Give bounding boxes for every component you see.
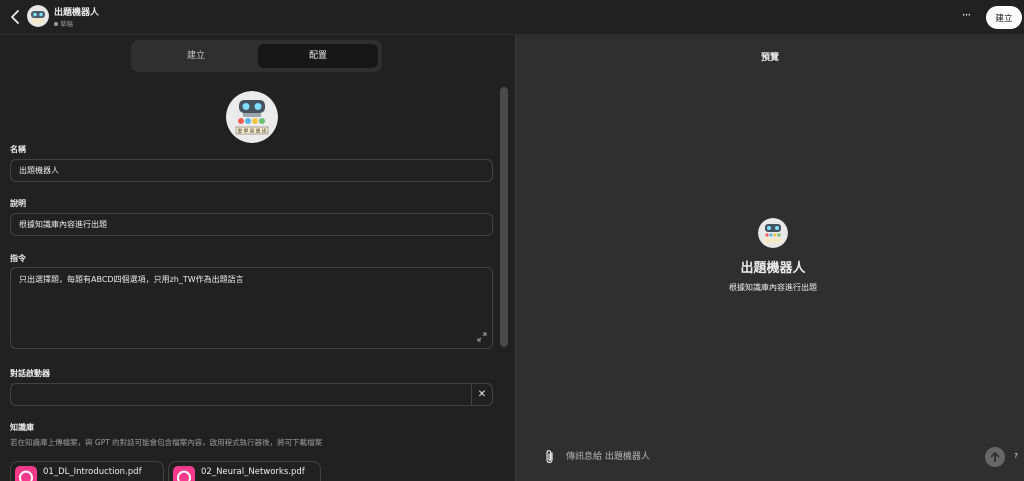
name-label: 名稱 (10, 145, 26, 154)
back-arrow-icon[interactable] (8, 9, 22, 25)
top-bar: 出題機器人 草稿 ··· 建立 (0, 0, 1024, 35)
scrollbar[interactable] (500, 87, 508, 347)
expand-icon[interactable] (477, 332, 487, 342)
create-button[interactable]: 建立 (986, 6, 1022, 29)
description-label: 說明 (10, 199, 26, 208)
name-input[interactable] (10, 159, 493, 182)
pdf-file-icon (15, 466, 37, 481)
preview-gpt-avatar (758, 218, 788, 248)
gpt-logo-upload[interactable]: 愛 學 習 資 訊 (226, 91, 278, 143)
send-button[interactable] (985, 447, 1005, 467)
file-chip[interactable]: 02_Neural_Networks.pdf (168, 461, 321, 481)
gpt-avatar[interactable] (27, 5, 49, 27)
knowledge-description: 若在知識庫上傳檔案，與 GPT 的對話可能會包含檔案內容，啟用程式執行器後，將可… (10, 438, 323, 447)
pdf-file-icon (173, 466, 195, 481)
draft-status-label: 草稿 (60, 20, 73, 28)
attach-icon[interactable] (544, 449, 556, 465)
message-input[interactable] (562, 445, 982, 469)
logo-caption: 愛 學 習 資 訊 (238, 128, 267, 135)
remove-starter-icon[interactable]: ✕ (472, 384, 492, 405)
draft-status: 草稿 (54, 18, 73, 28)
preview-gpt-name: 出題機器人 (740, 261, 806, 276)
description-input[interactable] (10, 213, 493, 236)
conversation-starters-label: 對話啟動器 (10, 369, 50, 378)
instructions-textarea[interactable]: 只出選擇題，每題有ABCD四個選項，只用zh_TW作為出題語言 (10, 267, 493, 349)
conversation-starter-input[interactable] (11, 384, 471, 405)
configure-panel: 建立 配置 愛 學 習 資 訊 名稱 說明 指令 只出選擇題，每題有ABCD四個… (0, 35, 515, 481)
preview-title: 預覽 (760, 53, 779, 63)
status-dot (54, 22, 58, 26)
arrow-up-icon (990, 452, 1000, 462)
preview-panel: 預覽 出題機器人 根據知識庫內容進行出題 ? (516, 35, 1024, 481)
file-chip[interactable]: 01_DL_Introduction.pdf (10, 461, 164, 481)
tab-configure[interactable]: 配置 (258, 44, 378, 68)
help-icon[interactable]: ? (1011, 452, 1021, 460)
file-name: 02_Neural_Networks.pdf (201, 467, 305, 477)
instructions-label: 指令 (10, 254, 26, 263)
file-name: 01_DL_Introduction.pdf (43, 467, 142, 477)
knowledge-label: 知識庫 (10, 423, 34, 432)
tab-create[interactable]: 建立 (135, 44, 257, 68)
conversation-starter-field: ✕ (10, 383, 493, 406)
more-options-icon[interactable]: ··· (958, 7, 974, 25)
mode-tabs: 建立 配置 (131, 40, 382, 72)
preview-gpt-description: 根據知識庫內容進行出題 (729, 283, 817, 292)
gpt-title: 出題機器人 (54, 8, 100, 18)
